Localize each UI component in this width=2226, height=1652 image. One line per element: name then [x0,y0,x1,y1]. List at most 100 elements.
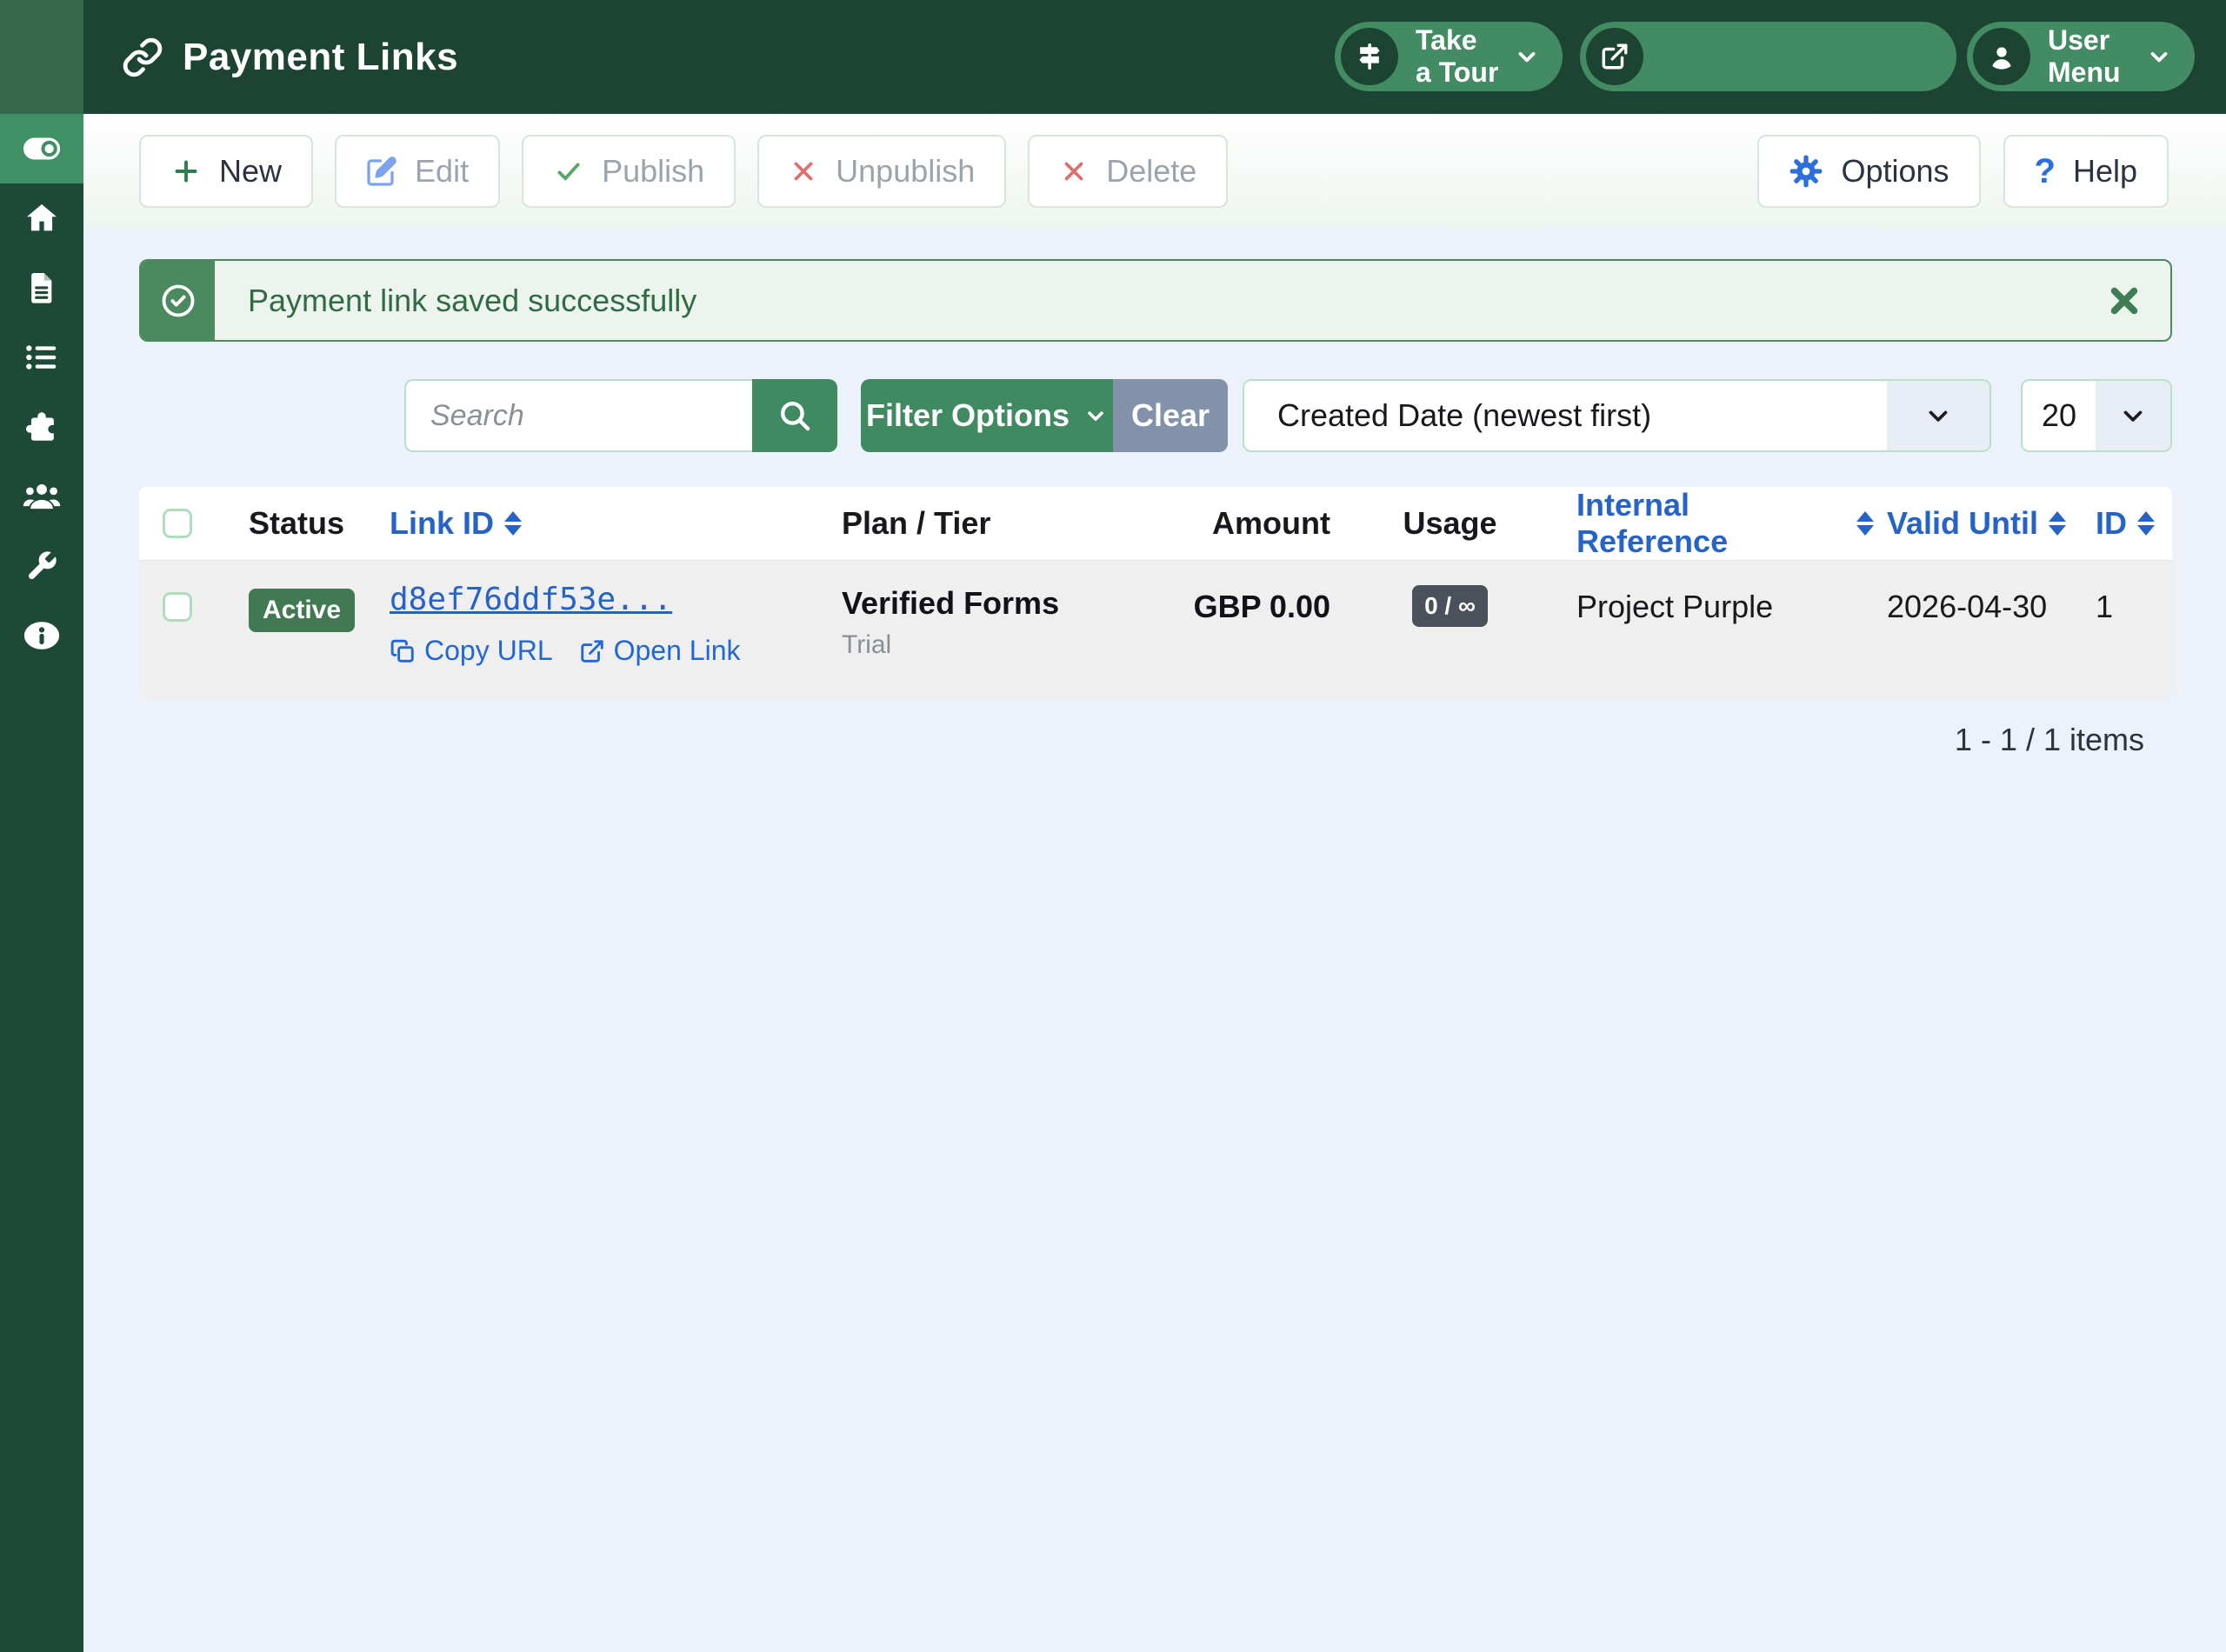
header-internal-reference-label: Internal Reference [1576,487,1846,560]
table-row: Active d8ef76ddf53e... Copy URL Open Lin… [139,561,2172,697]
search-input[interactable] [404,379,752,452]
users-icon [22,476,62,516]
header-valid-until[interactable]: Valid Until [1874,505,2078,542]
chevron-down-icon [2146,43,2172,70]
sidebar-item-integrations[interactable] [0,392,83,462]
user-menu-button[interactable]: User Menu [1967,22,2195,91]
row-internal-reference-cell: Project Purple [1556,561,1874,697]
help-button-label: Help [2073,153,2137,190]
copy-url-link[interactable]: Copy URL [390,635,553,667]
publish-button-label: Publish [602,153,704,190]
close-icon[interactable] [2106,283,2143,319]
header-plan-tier: Plan / Tier [809,505,1170,542]
sort-icon [1856,511,1874,536]
take-a-tour-button[interactable]: Take a Tour [1335,22,1563,91]
sort-icon [2049,511,2066,536]
options-button-label: Options [1841,153,1949,190]
alert-message: Payment link saved successfully [248,283,696,319]
sidebar-item-tools[interactable] [0,531,83,601]
new-button[interactable]: New [139,135,313,208]
row-status-cell: Active [216,561,355,697]
link-id-link[interactable]: d8ef76ddf53e... [390,582,672,617]
puzzle-icon [23,409,60,445]
unpublish-button[interactable]: Unpublish [757,135,1006,208]
sort-order-value: Created Date (newest first) [1244,397,1887,434]
external-link-icon [579,638,605,664]
row-plan-cell: Verified Forms Trial [809,561,1170,697]
filter-options-label: Filter Options [866,397,1070,434]
payment-links-table: Status Link ID Plan / Tier Amount Usage … [139,487,2172,697]
x-icon [1059,157,1089,186]
select-all-checkbox[interactable] [163,509,192,538]
row-select-cell [139,561,216,697]
plus-icon [170,156,202,187]
sidebar-item-users[interactable] [0,462,83,531]
sidebar [0,0,83,1652]
row-id-cell: 1 [2078,561,2172,697]
success-alert: Payment link saved successfully [139,259,2172,342]
sidebar-item-info[interactable] [0,601,83,670]
id-value: 1 [2096,589,2172,625]
chevron-down-icon [1887,381,1989,450]
help-button[interactable]: ? Help [2003,135,2169,208]
search-group [404,379,837,452]
open-site-button[interactable] [1580,22,1956,91]
search-icon [776,397,813,434]
clear-button[interactable]: Clear [1113,379,1228,452]
copy-icon [390,638,416,664]
sidebar-item-home[interactable] [0,183,83,253]
clear-button-label: Clear [1131,397,1210,434]
page-size-select[interactable]: 20 [2021,379,2172,452]
open-link-link[interactable]: Open Link [579,635,741,667]
toggle-icon [22,129,62,169]
header-usage: Usage [1343,505,1556,542]
chevron-down-icon [2096,381,2170,450]
user-avatar-icon [1973,28,2030,85]
edit-button[interactable]: Edit [335,135,500,208]
filter-group: Filter Options Clear [861,379,1228,452]
header-status: Status [216,505,355,542]
filter-row: Filter Options Clear Created Date (newes… [139,379,2172,452]
amount-value: GBP 0.00 [1194,589,1330,625]
row-amount-cell: GBP 0.00 [1170,561,1343,697]
wrench-icon [24,549,59,583]
usage-badge: 0 / ∞ [1412,585,1488,627]
table-header-row: Status Link ID Plan / Tier Amount Usage … [139,487,2172,561]
user-menu-label: User Menu [2048,24,2132,89]
sort-icon [2137,511,2155,536]
header-id[interactable]: ID [2078,505,2172,542]
plan-name: Verified Forms [842,585,1170,622]
header-link-id[interactable]: Link ID [355,505,809,542]
internal-reference-value: Project Purple [1576,589,1874,625]
chevron-down-icon [1514,43,1540,70]
options-button[interactable]: Options [1757,135,1980,208]
sidebar-item-list[interactable] [0,323,83,392]
header-amount: Amount [1170,505,1343,542]
sidebar-item-documents[interactable] [0,253,83,323]
copy-url-label: Copy URL [424,635,553,667]
document-icon [24,270,59,305]
publish-button[interactable]: Publish [522,135,736,208]
search-button[interactable] [752,379,837,452]
edit-icon [366,156,397,187]
sort-order-select[interactable]: Created Date (newest first) [1243,379,1991,452]
toolbar: New Edit Publish Unpublish Delete [83,114,2226,229]
top-bar: Payment Links Take a Tour User Menu [83,0,2226,114]
filter-options-button[interactable]: Filter Options [861,379,1113,452]
header-internal-reference[interactable]: Internal Reference [1556,487,1874,560]
row-valid-until-cell: 2026-04-30 [1874,561,2078,697]
header-link-id-label: Link ID [390,505,494,542]
header-valid-until-label: Valid Until [1887,505,2038,542]
alert-icon-block [141,261,215,340]
plan-tier: Trial [842,630,1170,660]
link-icon [122,37,163,78]
x-icon [789,157,818,186]
row-checkbox[interactable] [163,592,192,622]
sidebar-item-payment-links[interactable] [0,114,83,183]
header-id-label: ID [2096,505,2127,542]
question-mark-icon: ? [2035,152,2056,191]
open-link-label: Open Link [614,635,741,667]
edit-button-label: Edit [415,153,469,190]
page-title: Payment Links [183,36,458,79]
delete-button[interactable]: Delete [1028,135,1228,208]
